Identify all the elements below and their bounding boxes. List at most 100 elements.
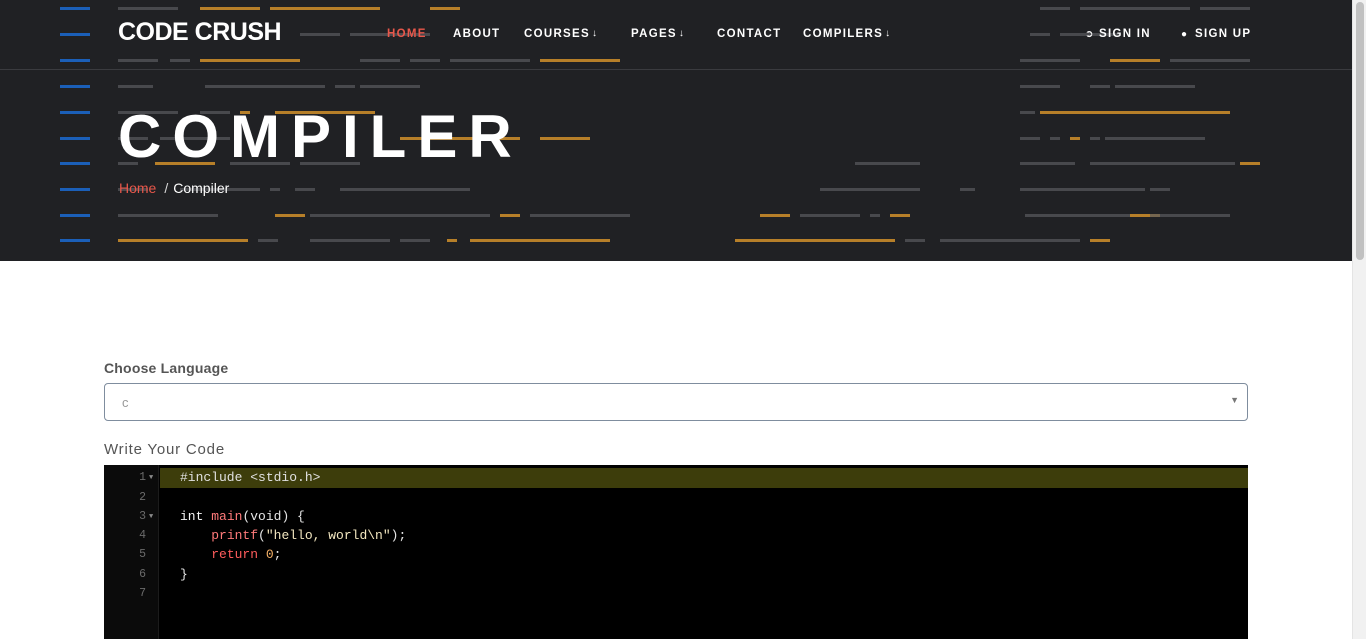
deco-dash: [1080, 7, 1190, 10]
code-text: printf("hello, world\n");: [180, 526, 406, 546]
deco-dash: [940, 239, 1080, 242]
deco-dash: [800, 214, 860, 217]
sign-in-link[interactable]: ➲ SIGN IN: [1085, 28, 1151, 40]
line-number: 5: [139, 548, 146, 561]
editor-line[interactable]: 5 return 0;: [104, 545, 1248, 565]
breadcrumb-current: Compiler: [173, 180, 230, 196]
brand-logo[interactable]: CODE CRUSH: [118, 18, 282, 47]
deco-dash: [295, 188, 315, 191]
deco-dash: [540, 137, 590, 140]
deco-dash: [1040, 7, 1070, 10]
deco-dash: [1020, 188, 1145, 191]
deco-dash: [118, 85, 153, 88]
sign-up-link[interactable]: ● SIGN UP: [1181, 28, 1251, 40]
chevron-down-icon: ↓: [678, 28, 686, 39]
token-main-args: (void) {: [242, 509, 305, 524]
deco-dash: [820, 188, 920, 191]
deco-dash: [60, 111, 90, 114]
deco-dash: [400, 239, 430, 242]
deco-dash: [118, 214, 218, 217]
deco-dash: [1150, 188, 1170, 191]
nav-about-label: ABOUT: [453, 28, 501, 40]
login-icon: ➲: [1085, 29, 1095, 40]
fold-arrow-icon[interactable]: ▼: [149, 507, 153, 527]
editor-line[interactable]: 1 ▼ #include <stdio.h>: [104, 468, 1248, 488]
token-return: return: [211, 547, 259, 562]
deco-dash: [270, 7, 380, 10]
deco-dash: [1070, 137, 1080, 140]
deco-dash: [735, 239, 895, 242]
nav-about[interactable]: ABOUT: [453, 28, 500, 40]
nav-contact-label: CONTACT: [717, 28, 782, 40]
deco-dash: [60, 188, 90, 191]
token-printf-open: (: [258, 528, 266, 543]
code-editor[interactable]: 1 ▼ #include <stdio.h> 2 3 ▼ int main(vo…: [104, 465, 1248, 639]
scrollbar-thumb[interactable]: [1356, 2, 1364, 260]
nav-compilers[interactable]: COMPILERS ↓: [803, 28, 891, 40]
deco-dash: [1020, 111, 1035, 114]
deco-dash: [60, 239, 90, 242]
deco-dash: [1020, 85, 1060, 88]
deco-dash: [118, 239, 248, 242]
deco-dash: [170, 59, 190, 62]
deco-dash: [360, 85, 420, 88]
deco-dash: [60, 7, 90, 10]
nav-home[interactable]: HOME: [387, 28, 427, 40]
deco-dash: [447, 239, 457, 242]
deco-dash: [1150, 214, 1230, 217]
token-string: "hello, world\n": [265, 528, 391, 543]
deco-dash: [118, 59, 158, 62]
deco-dash: [360, 59, 400, 62]
line-number: 6: [139, 568, 146, 581]
deco-dash: [310, 239, 390, 242]
deco-dash: [60, 59, 90, 62]
code-text: #include <stdio.h>: [180, 468, 320, 488]
editor-line[interactable]: 3 ▼ int main(void) {: [104, 507, 1248, 527]
deco-dash: [1170, 59, 1250, 62]
deco-dash: [275, 214, 305, 217]
nav-courses[interactable]: COURSES ↓: [524, 28, 598, 40]
sign-in-label: SIGN IN: [1099, 28, 1151, 40]
editor-line[interactable]: 2: [104, 488, 1248, 508]
nav-courses-label: COURSES: [524, 28, 590, 40]
page-title: COMPILER: [118, 103, 523, 170]
deco-dash: [1020, 137, 1040, 140]
editor-line[interactable]: 7: [104, 584, 1248, 604]
nav-contact[interactable]: CONTACT: [717, 28, 781, 40]
editor-line[interactable]: 6 }: [104, 565, 1248, 585]
fold-arrow-icon[interactable]: ▼: [149, 468, 153, 488]
breadcrumb: Home / Compiler: [119, 180, 229, 196]
deco-dash: [1025, 214, 1130, 217]
token-printf-close: );: [390, 528, 407, 543]
token-printf: printf: [211, 528, 259, 543]
deco-dash: [540, 59, 620, 62]
page-scrollbar[interactable]: [1352, 0, 1366, 639]
token-main: main: [211, 509, 243, 524]
deco-dash: [500, 214, 520, 217]
language-selected-value: c: [122, 395, 129, 410]
deco-dash: [60, 33, 90, 36]
code-text: return 0;: [180, 545, 281, 565]
line-number: 7: [139, 587, 146, 600]
code-text: }: [180, 565, 188, 585]
language-select[interactable]: c ▼: [104, 383, 1248, 421]
deco-dash: [1090, 162, 1235, 165]
deco-dash: [1020, 59, 1080, 62]
deco-dash: [1200, 7, 1250, 10]
nav-pages-label: PAGES: [631, 28, 677, 40]
deco-dash: [1240, 162, 1260, 165]
token-close-brace: }: [180, 567, 188, 582]
deco-dash: [335, 85, 355, 88]
deco-dash: [1020, 162, 1075, 165]
breadcrumb-home-link[interactable]: Home: [119, 180, 156, 196]
deco-dash: [410, 59, 440, 62]
editor-line[interactable]: 4 printf("hello, world\n");: [104, 526, 1248, 546]
deco-dash: [530, 214, 630, 217]
user-icon: ●: [1181, 29, 1189, 40]
nav-pages[interactable]: PAGES ↓: [631, 28, 685, 40]
deco-dash: [1090, 137, 1100, 140]
deco-dash: [300, 33, 340, 36]
deco-dash: [430, 7, 460, 10]
deco-dash: [310, 214, 410, 217]
deco-dash: [1090, 239, 1110, 242]
